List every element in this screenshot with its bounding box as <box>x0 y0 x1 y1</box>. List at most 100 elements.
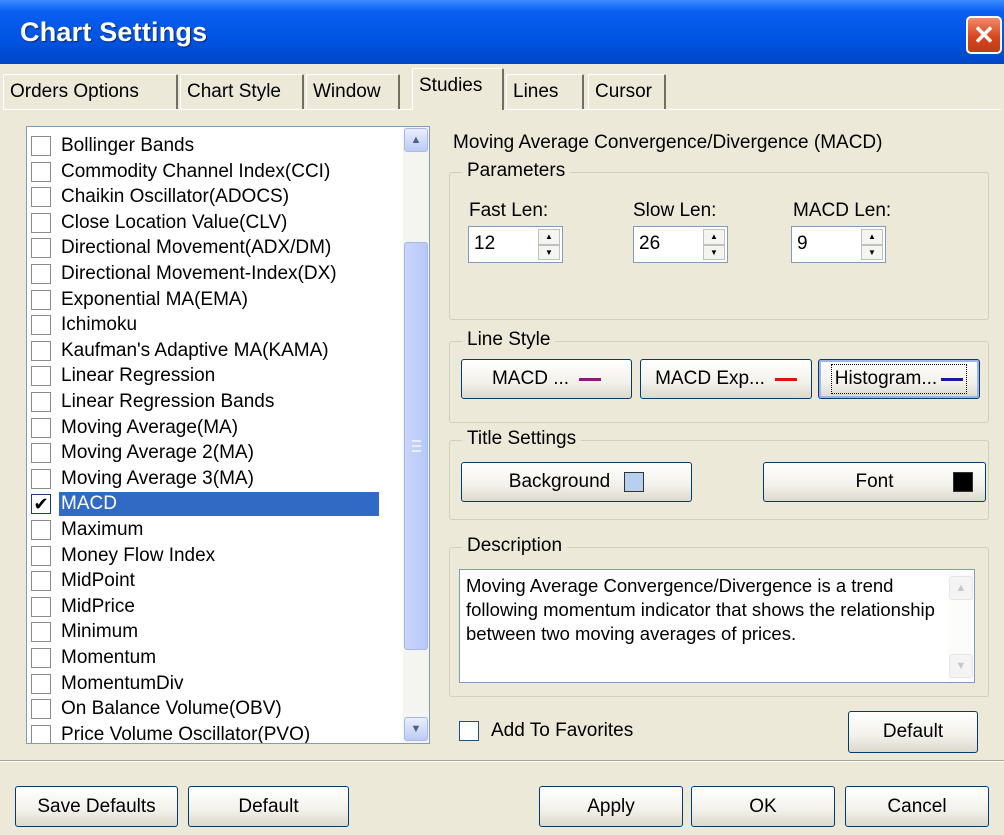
study-list-item[interactable]: Close Location Value(CLV) <box>31 210 411 236</box>
study-checkbox[interactable]: ✔ <box>31 494 51 515</box>
scroll-thumb[interactable] <box>404 242 428 650</box>
study-list-item[interactable]: Exponential MA(EMA) <box>31 287 411 313</box>
cancel-button[interactable]: Cancel <box>845 786 989 827</box>
study-list-item[interactable]: Directional Movement(ADX/DM) <box>31 235 411 261</box>
line-style-legend: Line Style <box>462 329 556 351</box>
default-bottom-button[interactable]: Default <box>188 786 349 827</box>
study-checkbox[interactable] <box>31 545 51 566</box>
increment-icon[interactable]: ▲ <box>861 229 883 245</box>
study-checkbox[interactable] <box>31 648 51 668</box>
study-checkbox[interactable] <box>31 520 51 540</box>
study-list-item[interactable]: ✔ MACD <box>31 491 411 517</box>
description-box[interactable]: Moving Average Convergence/Divergence is… <box>459 569 975 683</box>
study-label: MomentumDiv <box>61 672 184 694</box>
macd-line-button[interactable]: MACD ... <box>461 359 632 399</box>
fast-len-stepper[interactable]: 12 ▲ ▼ <box>468 226 563 263</box>
study-checkbox[interactable] <box>31 699 51 720</box>
study-checkbox[interactable] <box>31 289 51 310</box>
macd-exp-line-button[interactable]: MACD Exp... <box>640 359 812 399</box>
increment-icon[interactable]: ▲ <box>538 229 560 245</box>
study-list-item[interactable]: Momentum <box>31 645 411 671</box>
add-to-favorites[interactable]: Add To Favorites <box>459 720 633 742</box>
study-list-item[interactable]: Linear Regression Bands <box>31 389 411 415</box>
scroll-down-button[interactable]: ▼ <box>404 717 428 741</box>
study-list-item[interactable]: Minimum <box>31 619 411 645</box>
ok-button[interactable]: OK <box>691 786 835 827</box>
study-list-item[interactable]: Commodity Channel Index(CCI) <box>31 159 411 185</box>
study-list-item[interactable]: On Balance Volume(OBV) <box>31 696 411 722</box>
study-list-item[interactable]: MidPoint <box>31 568 411 594</box>
study-checkbox[interactable] <box>31 596 51 617</box>
tab-studies[interactable]: Studies <box>412 68 504 110</box>
study-checkbox[interactable] <box>31 468 51 489</box>
study-list-item[interactable]: Kaufman's Adaptive MA(KAMA) <box>31 338 411 364</box>
chevron-up-icon: ▲ <box>410 134 422 146</box>
font-button[interactable]: Font <box>763 462 986 502</box>
study-list-item[interactable]: Moving Average 2(MA) <box>31 440 411 466</box>
study-label: Linear Regression Bands <box>61 391 275 412</box>
study-checkbox[interactable] <box>31 264 51 284</box>
tab-cursor[interactable]: Cursor <box>588 74 666 110</box>
study-checkbox[interactable] <box>31 187 51 208</box>
study-list-item[interactable]: Ichimoku <box>31 312 411 338</box>
study-list-item[interactable]: Moving Average 3(MA) <box>31 466 411 492</box>
study-list-item[interactable]: MidPrice <box>31 594 411 620</box>
decrement-icon[interactable]: ▼ <box>538 244 560 260</box>
decrement-icon[interactable]: ▼ <box>703 244 725 260</box>
study-checkbox[interactable] <box>31 161 51 182</box>
study-checkbox[interactable] <box>31 340 51 361</box>
increment-icon[interactable]: ▲ <box>703 229 725 245</box>
study-list-item[interactable]: Linear Regression <box>31 363 411 389</box>
study-checkbox[interactable] <box>31 571 51 592</box>
background-button[interactable]: Background <box>461 462 692 502</box>
histogram-line-button[interactable]: Histogram... <box>818 359 980 399</box>
study-label: Money Flow Index <box>61 544 216 566</box>
study-label: Bollinger Bands <box>61 135 195 156</box>
default-button[interactable]: Default <box>848 711 978 753</box>
study-checkbox[interactable] <box>31 673 51 694</box>
study-label: Moving Average 3(MA) <box>61 467 254 489</box>
add-to-favorites-label: Add To Favorites <box>491 720 634 741</box>
study-list-scrollbar[interactable]: ▲ ▼ <box>403 127 429 743</box>
study-checkbox[interactable] <box>31 443 51 464</box>
study-checkbox[interactable] <box>31 622 51 643</box>
study-list-item[interactable]: Chaikin Oscillator(ADOCS) <box>31 184 411 210</box>
save-defaults-button[interactable]: Save Defaults <box>15 786 178 827</box>
study-checkbox[interactable] <box>31 392 51 412</box>
slow-len-stepper[interactable]: 26 ▲ ▼ <box>633 226 728 263</box>
apply-button[interactable]: Apply <box>539 786 683 827</box>
study-list-item[interactable]: Money Flow Index <box>31 543 411 569</box>
study-list-item[interactable]: Price Volume Oscillator(PVO) <box>31 722 411 743</box>
study-list-item[interactable]: MomentumDiv <box>31 671 411 697</box>
macd-len-stepper[interactable]: 9 ▲ ▼ <box>791 226 886 263</box>
study-label: Exponential MA(EMA) <box>61 288 248 310</box>
study-list-item[interactable]: Maximum <box>31 517 411 543</box>
tab-window[interactable]: Window <box>306 74 400 110</box>
add-to-favorites-checkbox[interactable] <box>459 721 479 741</box>
chevron-up-icon[interactable]: ▲ <box>949 576 973 600</box>
study-checkbox[interactable] <box>31 315 51 336</box>
study-list-item[interactable]: Directional Movement-Index(DX) <box>31 261 411 287</box>
scroll-up-button[interactable]: ▲ <box>404 128 428 152</box>
study-list[interactable]: Bollinger Bands Commodity Channel Index(C… <box>26 126 430 744</box>
study-checkbox[interactable] <box>31 212 51 233</box>
chevron-down-icon[interactable]: ▼ <box>949 654 973 678</box>
study-list-item[interactable]: Bollinger Bands <box>31 133 411 159</box>
study-checkbox[interactable] <box>31 366 51 387</box>
study-checkbox[interactable] <box>31 417 51 438</box>
study-checkbox[interactable] <box>31 136 51 156</box>
study-list-item[interactable]: Moving Average(MA) <box>31 415 411 441</box>
decrement-icon[interactable]: ▼ <box>861 244 883 260</box>
fast-len-value: 12 <box>474 233 496 254</box>
study-checkbox[interactable] <box>31 724 51 743</box>
tab-chart-style[interactable]: Chart Style <box>180 74 304 110</box>
description-scrollbar[interactable]: ▲ ▼ <box>948 570 974 682</box>
description-text: Moving Average Convergence/Divergence is… <box>466 575 935 644</box>
close-button[interactable]: ✕ <box>966 16 1002 54</box>
study-checkbox[interactable] <box>31 238 51 259</box>
tab-orders-options[interactable]: Orders Options <box>3 74 178 110</box>
tab-lines[interactable]: Lines <box>506 74 584 110</box>
study-label: MACD <box>59 492 379 517</box>
study-label: Ichimoku <box>61 314 138 336</box>
macd-exp-line-label: MACD Exp... <box>655 368 765 389</box>
